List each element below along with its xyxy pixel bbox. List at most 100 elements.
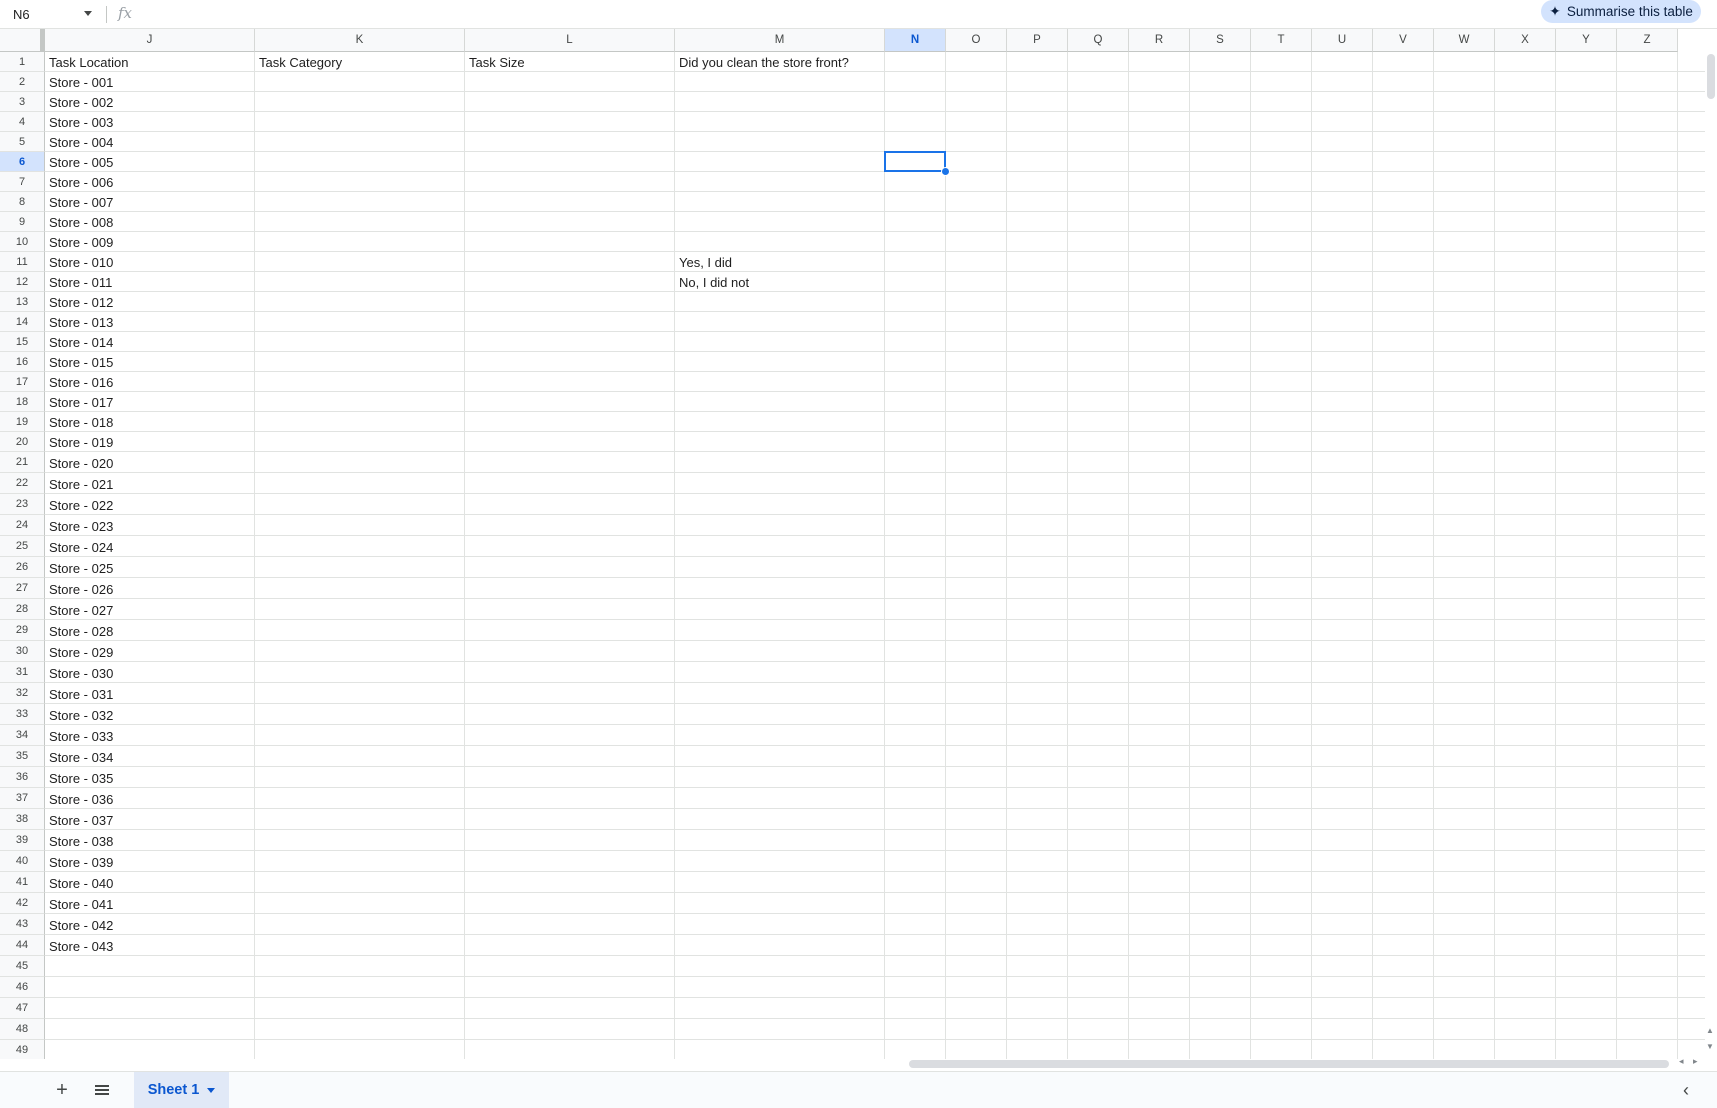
row-header-11[interactable]: 11 [0,252,45,272]
cell-K36[interactable] [255,767,465,788]
row-header-21[interactable]: 21 [0,452,45,473]
cell-L35[interactable] [465,746,675,767]
cell-M16[interactable] [675,352,885,372]
cell-M19[interactable] [675,412,885,432]
cell-L5[interactable] [465,132,675,152]
cell-K11[interactable] [255,252,465,272]
cell-J23[interactable]: Store - 022 [45,494,255,515]
cell-J49[interactable] [45,1040,255,1059]
cell-L26[interactable] [465,557,675,578]
cell-J36[interactable]: Store - 035 [45,767,255,788]
cell-K5[interactable] [255,132,465,152]
row-header-19[interactable]: 19 [0,412,45,432]
cell-J34[interactable]: Store - 033 [45,725,255,746]
cell-K14[interactable] [255,312,465,332]
cell-K32[interactable] [255,683,465,704]
row-header-26[interactable]: 26 [0,557,45,578]
cell-J16[interactable]: Store - 015 [45,352,255,372]
cell-M49[interactable] [675,1040,885,1059]
column-header-X[interactable]: X [1495,29,1556,52]
cell-K30[interactable] [255,641,465,662]
cell-M46[interactable] [675,977,885,998]
cell-J7[interactable]: Store - 006 [45,172,255,192]
cell-M41[interactable] [675,872,885,893]
horizontal-scroll-thumb[interactable] [909,1060,1669,1068]
cell-M34[interactable] [675,725,885,746]
cell-K4[interactable] [255,112,465,132]
row-header-34[interactable]: 34 [0,725,45,746]
row-header-31[interactable]: 31 [0,662,45,683]
sheet-tab-active[interactable]: Sheet 1 [134,1072,229,1108]
row-header-20[interactable]: 20 [0,432,45,452]
cell-L21[interactable] [465,452,675,473]
column-header-Z[interactable]: Z [1617,29,1678,52]
cell-L3[interactable] [465,92,675,112]
cell-J28[interactable]: Store - 027 [45,599,255,620]
cell-J29[interactable]: Store - 028 [45,620,255,641]
cell-L24[interactable] [465,515,675,536]
cell-M10[interactable] [675,232,885,252]
cell-J22[interactable]: Store - 021 [45,473,255,494]
cell-K24[interactable] [255,515,465,536]
cell-K40[interactable] [255,851,465,872]
cell-J1[interactable]: Task Location [45,52,255,72]
cell-J11[interactable]: Store - 010 [45,252,255,272]
cell-M43[interactable] [675,914,885,935]
cell-K19[interactable] [255,412,465,432]
cell-L29[interactable] [465,620,675,641]
cell-J27[interactable]: Store - 026 [45,578,255,599]
column-header-S[interactable]: S [1190,29,1251,52]
cell-K39[interactable] [255,830,465,851]
cell-M29[interactable] [675,620,885,641]
cell-M35[interactable] [675,746,885,767]
cell-M17[interactable] [675,372,885,392]
cell-M12[interactable]: No, I did not [675,272,885,292]
cell-L47[interactable] [465,998,675,1019]
cell-L31[interactable] [465,662,675,683]
cell-K31[interactable] [255,662,465,683]
cell-L12[interactable] [465,272,675,292]
row-header-14[interactable]: 14 [0,312,45,332]
cell-L19[interactable] [465,412,675,432]
cell-M47[interactable] [675,998,885,1019]
row-header-28[interactable]: 28 [0,599,45,620]
cell-J14[interactable]: Store - 013 [45,312,255,332]
row-header-8[interactable]: 8 [0,192,45,212]
column-header-P[interactable]: P [1007,29,1068,52]
cell-K49[interactable] [255,1040,465,1059]
cell-J31[interactable]: Store - 030 [45,662,255,683]
row-header-13[interactable]: 13 [0,292,45,312]
cell-K1[interactable]: Task Category [255,52,465,72]
cell-M37[interactable] [675,788,885,809]
cell-L44[interactable] [465,935,675,956]
cell-M9[interactable] [675,212,885,232]
cell-M11[interactable]: Yes, I did [675,252,885,272]
cell-L32[interactable] [465,683,675,704]
cell-M21[interactable] [675,452,885,473]
cell-K12[interactable] [255,272,465,292]
cell-M3[interactable] [675,92,885,112]
cell-K16[interactable] [255,352,465,372]
cell-J37[interactable]: Store - 036 [45,788,255,809]
cell-M14[interactable] [675,312,885,332]
cell-L41[interactable] [465,872,675,893]
cell-K6[interactable] [255,152,465,172]
cell-L28[interactable] [465,599,675,620]
cell-K27[interactable] [255,578,465,599]
row-header-42[interactable]: 42 [0,893,45,914]
cell-J9[interactable]: Store - 008 [45,212,255,232]
cell-M39[interactable] [675,830,885,851]
cell-K47[interactable] [255,998,465,1019]
cell-J8[interactable]: Store - 007 [45,192,255,212]
column-header-T[interactable]: T [1251,29,1312,52]
row-header-18[interactable]: 18 [0,392,45,412]
cell-J12[interactable]: Store - 011 [45,272,255,292]
scroll-down-arrow-icon[interactable]: ▼ [1706,1042,1714,1051]
cell-L16[interactable] [465,352,675,372]
cell-L4[interactable] [465,112,675,132]
row-header-12[interactable]: 12 [0,272,45,292]
cell-J30[interactable]: Store - 029 [45,641,255,662]
cell-M45[interactable] [675,956,885,977]
column-header-V[interactable]: V [1373,29,1434,52]
cell-K22[interactable] [255,473,465,494]
